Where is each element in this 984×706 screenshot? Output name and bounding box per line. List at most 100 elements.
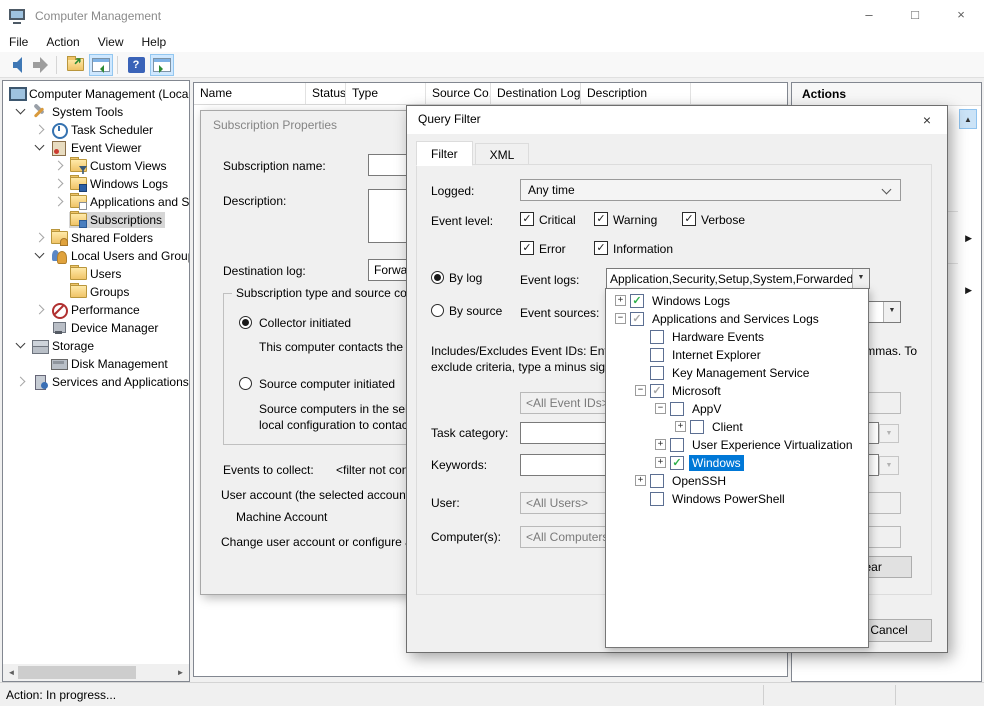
log-label[interactable]: Windows PowerShell — [669, 491, 788, 507]
by-source-radio[interactable] — [431, 304, 444, 317]
nav-item-local-users-and-groups[interactable]: Local Users and Groups — [3, 247, 189, 265]
horizontal-scrollbar[interactable]: ◄ ► — [3, 664, 189, 681]
expand-plus-icon[interactable]: + — [673, 421, 690, 433]
checkbox-label-warning[interactable]: Warning — [613, 213, 657, 227]
keywords-dropdown-button[interactable]: ▼ — [879, 456, 899, 475]
nav-item-custom-views[interactable]: Custom Views — [3, 157, 189, 175]
selected-log-label[interactable]: Windows — [689, 455, 744, 471]
help-button[interactable]: ? — [124, 54, 148, 76]
by-log-label[interactable]: By log — [449, 271, 482, 285]
nav-item-storage[interactable]: Storage — [3, 337, 189, 355]
source-initiated-label[interactable]: Source computer initiated — [259, 377, 395, 391]
nav-item-event-viewer[interactable]: Event Viewer — [3, 139, 189, 157]
nav-item-performance[interactable]: Performance — [3, 301, 189, 319]
expand-chevron-icon[interactable] — [13, 376, 31, 388]
checkbox-label-verbose[interactable]: Verbose — [701, 213, 745, 227]
tree-checkbox-empty[interactable] — [690, 420, 704, 434]
collector-initiated-radio[interactable] — [239, 316, 252, 329]
export-list-button[interactable] — [63, 54, 87, 76]
log-tree-item-internet-explorer[interactable]: Internet Explorer — [606, 346, 868, 364]
log-label[interactable]: OpenSSH — [669, 473, 729, 489]
by-source-label[interactable]: By source — [449, 304, 502, 318]
tree-checkbox-mixed[interactable]: ✓ — [630, 312, 644, 326]
nav-item-applications-and-se[interactable]: Applications and Se — [3, 193, 189, 211]
log-label[interactable]: AppV — [689, 401, 724, 417]
log-tree-item-microsoft[interactable]: −✓Microsoft — [606, 382, 868, 400]
nav-item-groups[interactable]: Groups — [3, 283, 189, 301]
expand-chevron-icon[interactable] — [51, 160, 69, 172]
log-tree-item-appv[interactable]: − AppV — [606, 400, 868, 418]
collapse-chevron-icon[interactable] — [13, 106, 31, 118]
checkbox-information[interactable]: ✓ — [594, 241, 608, 255]
collapse-minus-icon[interactable]: − — [633, 385, 650, 397]
tree-checkbox-empty[interactable] — [650, 474, 664, 488]
menu-action[interactable]: Action — [37, 33, 88, 51]
menu-help[interactable]: Help — [133, 33, 176, 51]
nav-item-subscriptions[interactable]: Subscriptions — [3, 211, 189, 229]
column-header-type[interactable]: Type — [346, 83, 426, 104]
expand-chevron-icon[interactable] — [32, 304, 50, 316]
tree-checkbox-empty[interactable] — [650, 348, 664, 362]
log-tree-item-openssh[interactable]: + OpenSSH — [606, 472, 868, 490]
scrollbar-thumb[interactable] — [18, 666, 136, 679]
nav-item-windows-logs[interactable]: Windows Logs — [3, 175, 189, 193]
log-tree-item-windows-logs[interactable]: +✓Windows Logs — [606, 292, 868, 310]
maximize-button[interactable]: □ — [892, 0, 938, 32]
source-initiated-radio[interactable] — [239, 377, 252, 390]
menu-view[interactable]: View — [89, 33, 133, 51]
log-tree-item-windows-powershell[interactable]: Windows PowerShell — [606, 490, 868, 508]
log-label[interactable]: Applications and Services Logs — [649, 311, 822, 327]
checkbox-label-critical[interactable]: Critical — [539, 213, 576, 227]
nav-item-users[interactable]: Users — [3, 265, 189, 283]
forward-button[interactable] — [28, 54, 52, 76]
log-tree-item-user-experience-virtualization[interactable]: + User Experience Virtualization — [606, 436, 868, 454]
nav-item-services-and-applications[interactable]: Services and Applications — [3, 373, 189, 391]
collapse-chevron-icon[interactable] — [32, 142, 50, 154]
log-tree-item-client[interactable]: +Client — [606, 418, 868, 436]
tree-checkbox-empty[interactable] — [650, 330, 664, 344]
checkbox-critical[interactable]: ✓ — [520, 212, 534, 226]
by-log-radio[interactable] — [431, 271, 444, 284]
checkbox-warning[interactable]: ✓ — [594, 212, 608, 226]
collapse-group-button[interactable]: ▲ — [959, 109, 977, 129]
column-header-description[interactable]: Description — [581, 83, 691, 104]
expand-chevron-icon[interactable] — [51, 178, 69, 190]
show-hide-console-tree-button[interactable] — [89, 54, 113, 76]
submenu-arrow-icon[interactable]: ▶ — [965, 233, 972, 244]
event-logs-select[interactable]: Application,Security,Setup,System,Forwar… — [606, 268, 870, 289]
close-dialog-button[interactable]: × — [915, 109, 939, 131]
minimize-button[interactable]: – — [846, 0, 892, 32]
nav-item-task-scheduler[interactable]: Task Scheduler — [3, 121, 189, 139]
dropdown-arrow-icon[interactable]: ▼ — [883, 302, 900, 322]
tree-checkbox-empty[interactable] — [650, 366, 664, 380]
log-tree-item-applications-and-services-logs[interactable]: −✓Applications and Services Logs — [606, 310, 868, 328]
column-header-destination-log[interactable]: Destination Log — [491, 83, 581, 104]
expand-plus-icon[interactable]: + — [613, 295, 630, 307]
column-header-status[interactable]: Status — [306, 83, 346, 104]
log-tree-item-key-management-service[interactable]: Key Management Service — [606, 364, 868, 382]
column-header-name[interactable]: Name — [194, 83, 306, 104]
expand-plus-icon[interactable]: + — [653, 439, 670, 451]
expand-plus-icon[interactable]: + — [633, 475, 650, 487]
dropdown-arrow-icon[interactable]: ▼ — [852, 269, 869, 288]
nav-item-shared-folders[interactable]: Shared Folders — [3, 229, 189, 247]
log-label[interactable]: Windows Logs — [649, 293, 733, 309]
tab-filter[interactable]: Filter — [416, 141, 473, 166]
checkbox-label-error[interactable]: Error — [539, 242, 566, 256]
nav-item-system-tools[interactable]: System Tools — [3, 103, 189, 121]
collector-initiated-label[interactable]: Collector initiated — [259, 316, 351, 330]
log-tree-item-windows[interactable]: +✓Windows — [606, 454, 868, 472]
logged-select[interactable]: Any time — [520, 179, 901, 201]
column-header-source-co[interactable]: Source Co... — [426, 83, 491, 104]
back-button[interactable] — [2, 54, 26, 76]
nav-item-computer-management-local[interactable]: Computer Management (Local — [3, 85, 189, 103]
submenu-arrow-icon[interactable]: ▶ — [965, 285, 972, 296]
collapse-minus-icon[interactable]: − — [653, 403, 670, 415]
tree-checkbox-checked[interactable]: ✓ — [670, 456, 684, 470]
tree-checkbox-empty[interactable] — [650, 492, 664, 506]
show-hide-action-pane-button[interactable] — [150, 54, 174, 76]
log-label[interactable]: Internet Explorer — [669, 347, 764, 363]
log-label[interactable]: User Experience Virtualization — [689, 437, 856, 453]
collapse-chevron-icon[interactable] — [13, 340, 31, 352]
close-button[interactable]: × — [938, 0, 984, 32]
